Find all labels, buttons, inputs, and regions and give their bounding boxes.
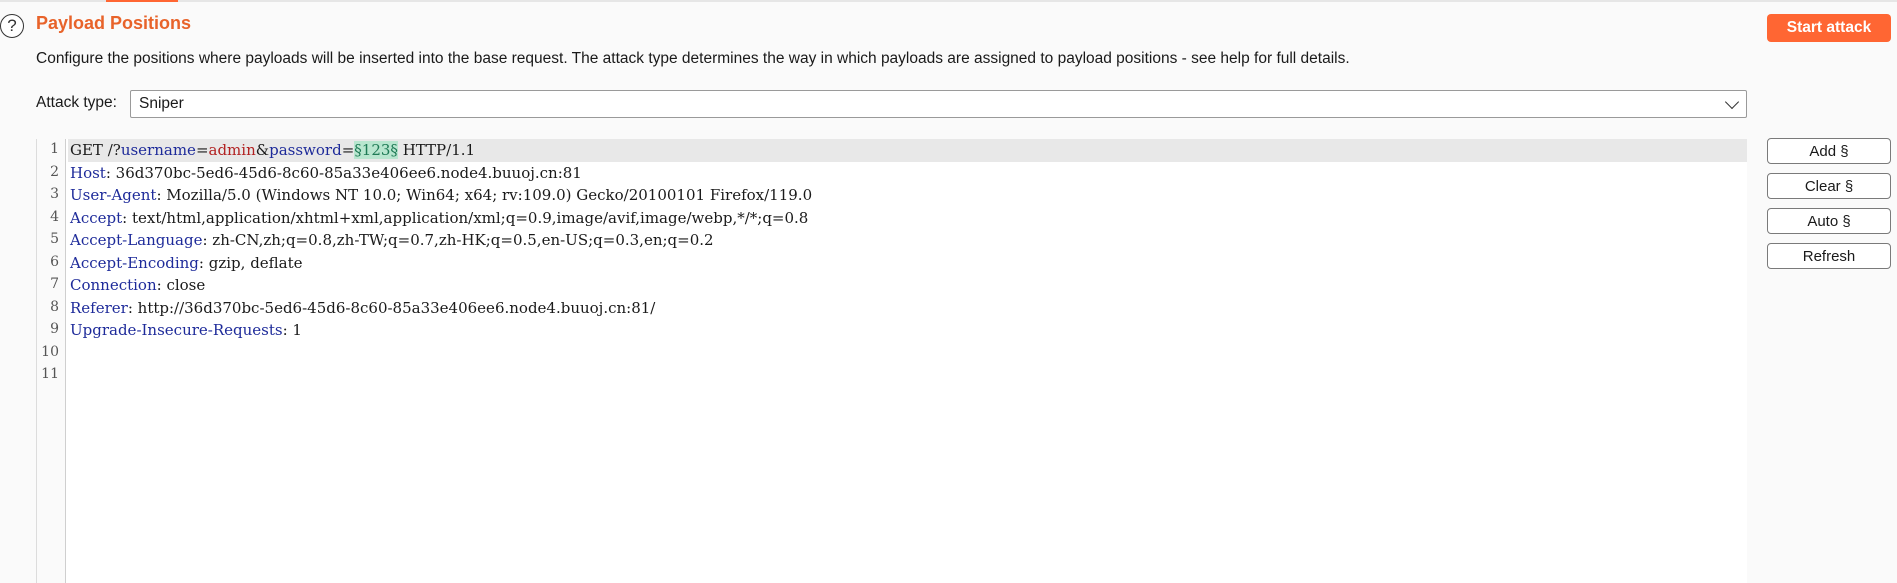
header-value: 36d370bc-5ed6-45d6-8c60-85a33e406ee6.nod…	[115, 163, 582, 182]
clear-markers-button[interactable]: Clear §	[1767, 173, 1891, 199]
line-number-gutter: 1 2 3 4 5 6 7 8 9 10 11	[37, 139, 66, 583]
header-separator: :	[156, 276, 167, 294]
header-name: Accept-Encoding	[70, 253, 199, 272]
header-name: Connection	[70, 276, 157, 294]
param-value: admin	[208, 141, 256, 159]
attack-type-select[interactable]: Sniper	[130, 90, 1747, 118]
header-separator: :	[127, 298, 138, 317]
add-marker-button[interactable]: Add §	[1767, 138, 1891, 164]
start-attack-button[interactable]: Start attack	[1767, 14, 1891, 42]
request-editor[interactable]: 1 2 3 4 5 6 7 8 9 10 11 GET /?username=a…	[36, 139, 1747, 583]
header-value: http://36d370bc-5ed6-45d6-8c60-85a33e406…	[137, 298, 656, 317]
section-description: Configure the positions where payloads w…	[36, 50, 1350, 67]
line-number: 4	[50, 208, 59, 225]
param-key: password	[269, 141, 342, 159]
header-name: Accept	[70, 208, 123, 227]
line-number: 9	[50, 321, 59, 337]
header-line[interactable]: Host: 36d370bc-5ed6-45d6-8c60-85a33e406e…	[68, 162, 1747, 185]
header-value: zh-CN,zh;q=0.8,zh-TW;q=0.7,zh-HK;q=0.5,e…	[212, 231, 714, 249]
line-number: 3	[50, 186, 59, 202]
header-line[interactable]: Connection: close	[68, 274, 1747, 297]
line-number: 2	[50, 163, 59, 180]
chevron-down-icon	[1724, 94, 1740, 110]
header-separator: :	[202, 231, 213, 249]
header-name: Accept-Language	[70, 231, 203, 249]
header-value: close	[166, 276, 206, 294]
header-separator: :	[282, 321, 293, 339]
request-protocol: HTTP/1.1	[397, 141, 476, 159]
refresh-button[interactable]: Refresh	[1767, 243, 1891, 269]
header-separator: :	[198, 253, 209, 272]
line-number: 10	[41, 343, 59, 360]
header-line[interactable]: User-Agent: Mozilla/5.0 (Windows NT 10.0…	[68, 184, 1747, 207]
header-value: Mozilla/5.0 (Windows NT 10.0; Win64; x64…	[166, 186, 813, 204]
line-number: 7	[50, 276, 59, 292]
attack-type-value: Sniper	[139, 95, 184, 112]
header-line[interactable]: Upgrade-Insecure-Requests: 1	[68, 319, 1747, 342]
param-key: username	[120, 141, 196, 159]
auto-markers-button[interactable]: Auto §	[1767, 208, 1891, 234]
header-name: Upgrade-Insecure-Requests	[70, 321, 283, 339]
header-name: User-Agent	[70, 186, 157, 204]
header-line[interactable]: Accept-Language: zh-CN,zh;q=0.8,zh-TW;q=…	[68, 229, 1747, 252]
attack-type-label: Attack type:	[36, 94, 117, 111]
header-value: gzip, deflate	[208, 253, 303, 272]
empty-line[interactable]	[68, 342, 1747, 365]
param-equals: =	[341, 141, 355, 159]
header-line[interactable]: Accept: text/html,application/xhtml+xml,…	[68, 207, 1747, 230]
help-icon[interactable]: ?	[0, 14, 24, 38]
request-method: GET /?	[70, 141, 121, 159]
empty-line[interactable]	[68, 364, 1747, 387]
header-separator: :	[156, 186, 167, 204]
line-number: 5	[50, 231, 59, 247]
line-number: 11	[41, 366, 59, 382]
header-line[interactable]: Referer: http://36d370bc-5ed6-45d6-8c60-…	[68, 297, 1747, 320]
active-tab-indicator	[106, 0, 178, 2]
request-line[interactable]: GET /?username=admin&password=§123§ HTTP…	[68, 139, 1747, 162]
header-separator: :	[105, 163, 116, 182]
header-value: text/html,application/xhtml+xml,applicat…	[131, 208, 809, 227]
header-value: 1	[292, 321, 302, 339]
top-divider	[0, 0, 1897, 2]
header-name: Referer	[70, 298, 128, 317]
header-name: Host	[70, 163, 106, 182]
line-number: 1	[50, 141, 59, 157]
line-number: 6	[50, 253, 59, 270]
header-line[interactable]: Accept-Encoding: gzip, deflate	[68, 252, 1747, 275]
line-number: 8	[50, 298, 59, 315]
payload-position-marker[interactable]: §123§	[354, 141, 398, 159]
param-equals: =	[195, 141, 209, 159]
header-separator: :	[122, 208, 132, 227]
param-separator: &	[255, 141, 270, 159]
section-title: Payload Positions	[36, 13, 192, 33]
